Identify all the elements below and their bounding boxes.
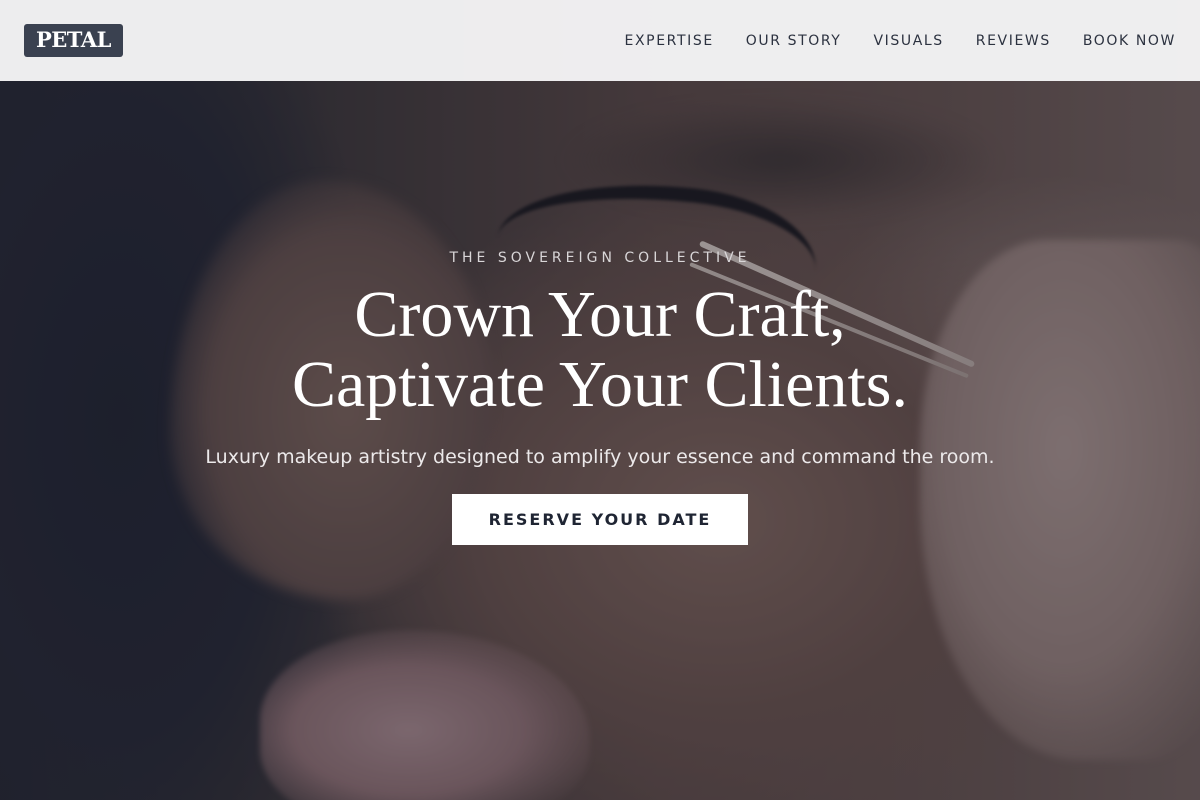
nav-link-expertise[interactable]: EXPERTISE [625,33,714,49]
site-logo[interactable]: PETAL [24,24,123,57]
hero-eyebrow: THE SOVEREIGN COLLECTIVE [449,250,751,266]
nav-link-our-story[interactable]: OUR STORY [746,33,842,49]
reserve-date-button[interactable]: RESERVE YOUR DATE [452,494,748,545]
hero-headline: Crown Your Craft, Captivate Your Clients… [0,280,1200,420]
nav-link-book-now[interactable]: BOOK NOW [1083,33,1176,49]
site-header: PETAL EXPERTISE OUR STORY VISUALS REVIEW… [0,0,1200,81]
nav-link-reviews[interactable]: REVIEWS [976,33,1051,49]
hero-content: THE SOVEREIGN COLLECTIVE Crown Your Craf… [0,250,1200,545]
hero-subhead: Luxury makeup artistry designed to ampli… [205,446,995,468]
nav-link-visuals[interactable]: VISUALS [873,33,943,49]
hero-headline-line-2: Captivate Your Clients. [291,348,908,421]
hero-headline-line-1: Crown Your Craft, [354,278,846,351]
main-nav: EXPERTISE OUR STORY VISUALS REVIEWS BOOK… [593,33,1176,49]
